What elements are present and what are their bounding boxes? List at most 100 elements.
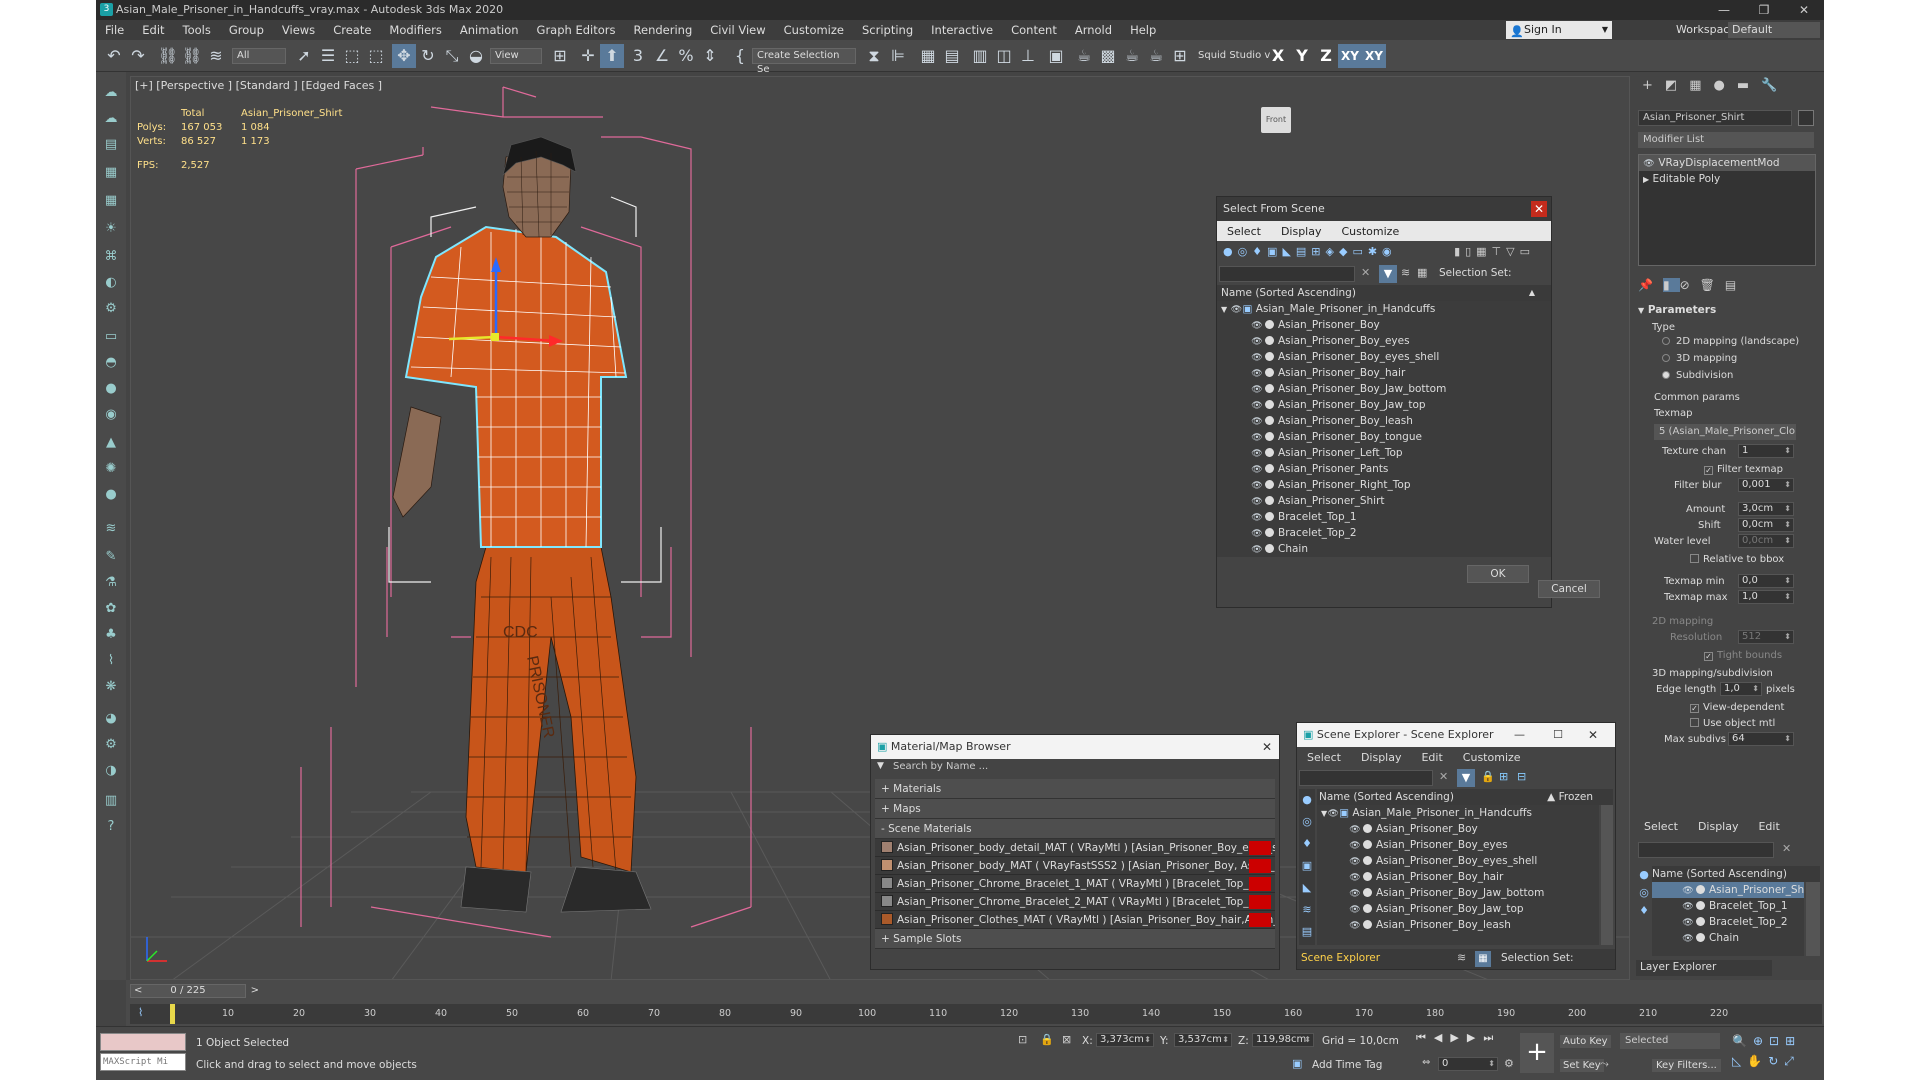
pin-stack-icon[interactable]: 📌 <box>1638 278 1663 292</box>
dialog-close-button[interactable]: ✕ <box>1531 201 1547 217</box>
eye-icon[interactable]: 👁 <box>1251 446 1263 462</box>
isolate-selection-icon[interactable]: ⊡ <box>1018 1033 1027 1046</box>
list-item[interactable]: 👁 Asian_Prisoner_Right_Top <box>1217 477 1551 493</box>
list-item[interactable]: ▼ 👁▣ Asian_Male_Prisoner_in_Handcuffs <box>1217 301 1551 317</box>
layer-explorer-footer[interactable]: Layer Explorer <box>1636 960 1772 976</box>
named-selection-dropdown[interactable]: Create Selection Se <box>752 48 856 75</box>
eye-icon[interactable]: 👁 <box>1251 318 1263 334</box>
list-item[interactable]: 👁 Asian_Prisoner_Boy <box>1217 317 1551 333</box>
list-column-header[interactable]: Name (Sorted Ascending) ▲ <box>1217 285 1551 301</box>
eye-icon[interactable]: 👁 <box>1682 915 1694 931</box>
select-by-name-icon[interactable]: ☰ <box>316 44 340 68</box>
le-side-toolbar[interactable]: ● ◎ ♦ <box>1636 866 1652 958</box>
time-config-icon[interactable]: ⚙ <box>1504 1057 1514 1070</box>
zoom-extents-all-icon[interactable]: ⊞ <box>1785 1034 1801 1048</box>
material-search-input[interactable]: Search by Name ... <box>893 761 988 772</box>
maxscript-mini-listener[interactable]: MAXScript Mi <box>100 1053 186 1071</box>
resolution-spinner[interactable]: 512 <box>1738 630 1794 644</box>
dialog-search-input[interactable] <box>1219 266 1355 282</box>
texmap-button[interactable]: 5 (Asian_Male_Prisoner_Cloth <box>1654 424 1796 440</box>
curve-editor-icon[interactable]: ◫ <box>992 44 1016 68</box>
squid-studio-label[interactable]: Squid Studio v <box>1198 50 1270 61</box>
list-item[interactable]: 👁 Bracelet_Top_2 <box>1217 525 1551 541</box>
select-move-icon[interactable]: ✥ <box>392 44 416 68</box>
le-scrollbar[interactable] <box>1806 882 1820 956</box>
reference-coordinate-dropdown[interactable]: View <box>490 48 542 64</box>
material-row[interactable]: Asian_Prisoner_body_detail_MAT ( VRayMtl… <box>875 839 1275 857</box>
select-place-icon[interactable]: ◒ <box>464 44 488 68</box>
pan-icon[interactable]: ✋ <box>1747 1054 1768 1068</box>
radio-subdivision[interactable] <box>1662 371 1670 379</box>
list-item[interactable]: 👁 Bracelet_Top_2 <box>1652 914 1804 930</box>
workspace-dropdown[interactable]: Default <box>1728 22 1820 38</box>
eye-icon[interactable]: 👁 <box>1682 931 1694 947</box>
se-search-input[interactable] <box>1299 770 1433 786</box>
help-icon[interactable]: ? <box>100 816 122 838</box>
layer-explorer-toggle-icon[interactable]: ▤ <box>940 44 964 68</box>
select-object-icon[interactable]: ➚ <box>292 44 316 68</box>
texmap-min-spinner[interactable]: 0,0 <box>1738 574 1794 588</box>
eye-icon[interactable]: 👁 <box>1349 854 1361 870</box>
track-bar[interactable]: ⌇ 10 20 30 40 50 60 70 80 90 100 110 120… <box>130 1004 1822 1024</box>
dialog-menu-display[interactable]: Display <box>1271 225 1332 238</box>
vray-toolbar-icon[interactable]: ▥ <box>100 790 122 812</box>
checkbox-tight-bounds[interactable]: ✓ <box>1704 652 1713 661</box>
checkbox-use-object-mtl[interactable] <box>1690 718 1699 727</box>
se-clear-search-icon[interactable]: ✕ <box>1439 770 1448 783</box>
list-item[interactable]: 👁 Asian_Prisoner_Boy_eyes <box>1217 333 1551 349</box>
render-cloud-icon[interactable]: ⊞ <box>1168 44 1192 68</box>
checkbox-filter-texmap[interactable]: ✓ <box>1704 466 1713 475</box>
remove-modifier-icon[interactable]: 🗑 <box>1700 278 1725 292</box>
bind-space-warp-icon[interactable]: ≋ <box>204 44 228 68</box>
object-paint-icon[interactable]: ☁ <box>100 108 122 130</box>
eye-icon[interactable]: 👁 <box>1251 398 1263 414</box>
eye-icon[interactable]: 👁 <box>1251 334 1263 350</box>
fov-icon[interactable]: ◺ <box>1732 1054 1747 1068</box>
eye-icon[interactable]: 👁 <box>1251 430 1263 446</box>
play-icon[interactable]: ▶ <box>1450 1031 1466 1044</box>
filter-toggle-icons[interactable]: ▮▯▦⊤▽▭ <box>1454 245 1535 258</box>
sign-in-button[interactable]: 👤 Sign In ▼ <box>1506 21 1612 39</box>
set-key-button[interactable]: Set Key <box>1560 1059 1604 1072</box>
key-tangent-icon[interactable]: ⤳ <box>1600 1057 1609 1071</box>
key-filters-button[interactable]: Key Filters... <box>1652 1059 1721 1072</box>
cloth-icon[interactable]: ⚗ <box>100 572 122 594</box>
light-icon[interactable]: ☀ <box>100 218 122 240</box>
helper-icon[interactable]: ◐ <box>100 272 122 294</box>
dome-icon[interactable]: ◓ <box>100 352 122 374</box>
stack-toolbar[interactable]: 📌▮⊘🗑▤ <box>1638 278 1820 296</box>
le-column-header[interactable]: Name (Sorted Ascending) <box>1652 866 1820 882</box>
ribbon-toggle-icon[interactable]: ▥ <box>968 44 992 68</box>
menu-file[interactable]: File <box>96 20 133 40</box>
search-options-icon[interactable]: ▼ <box>877 761 884 771</box>
clear-search-icon[interactable]: ✕ <box>1361 266 1370 279</box>
modifier-list-dropdown[interactable]: Modifier List <box>1638 132 1814 148</box>
hierarchy-tab-icon[interactable]: ▦ <box>1689 78 1713 93</box>
dialog-menu-customize[interactable]: Customize <box>1331 225 1409 238</box>
orbit-icon[interactable]: ↻ <box>1768 1054 1784 1068</box>
eye-icon[interactable]: 👁 <box>1231 302 1243 318</box>
unlink-icon[interactable]: ⛓ <box>180 44 204 68</box>
menu-help[interactable]: Help <box>1121 20 1165 40</box>
eye-icon[interactable]: 👁 <box>1251 510 1263 526</box>
maximize-viewport-icon[interactable]: ⤢ <box>1784 1054 1800 1068</box>
max-subdivs-spinner[interactable]: 64 <box>1728 732 1794 746</box>
next-frame-icon[interactable]: ▶ <box>1467 1031 1483 1044</box>
y-coord-field[interactable]: 3,537cm <box>1174 1033 1232 1047</box>
menu-views[interactable]: Views <box>273 20 324 40</box>
brush-icon[interactable]: ✎ <box>100 546 122 568</box>
checkbox-view-dependent[interactable]: ✓ <box>1690 704 1699 713</box>
eye-icon[interactable]: 👁 <box>1251 366 1263 382</box>
dialog-ok-button[interactable]: OK <box>1467 565 1529 583</box>
rendered-frame-window-icon[interactable]: ▩ <box>1096 44 1120 68</box>
filter-texmap-checkbox[interactable]: ✓ Filter texmap <box>1704 464 1783 475</box>
display-tab-icon[interactable]: ▬ <box>1737 78 1761 93</box>
angle-snap-icon[interactable]: ∠ <box>650 44 674 68</box>
dialog-menu-select[interactable]: Select <box>1217 225 1271 238</box>
selection-lock-icon[interactable]: 🔒 <box>1040 1033 1054 1046</box>
maxscript-listener-upper[interactable] <box>100 1033 186 1051</box>
render-setup-icon[interactable]: ☕ <box>1072 44 1096 68</box>
menu-content[interactable]: Content <box>1002 20 1066 40</box>
pivot-center-icon[interactable]: ⊞ <box>548 44 572 68</box>
checkbox-relative-bbox[interactable] <box>1690 554 1699 563</box>
